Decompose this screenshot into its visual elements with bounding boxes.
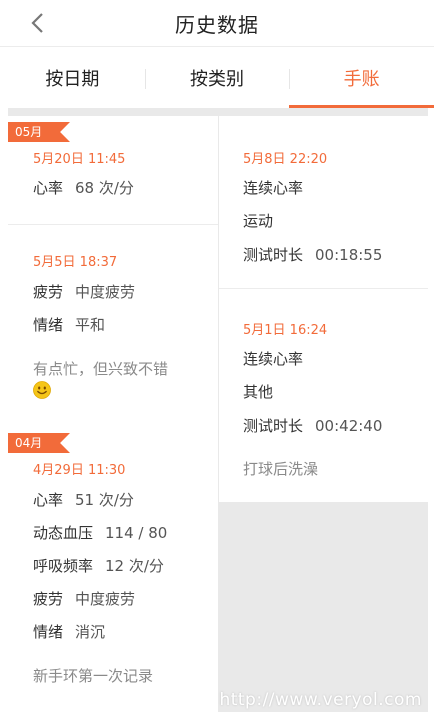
row-key: 心率	[33, 179, 64, 197]
entry-type: 连续心率	[243, 350, 304, 368]
entry-type: 连续心率	[243, 179, 304, 197]
row-key: 测试时长	[243, 246, 304, 264]
row-key: 情绪	[33, 316, 64, 334]
entry-date: 5月8日 22:20	[243, 152, 328, 167]
top-bar: 历史数据	[0, 0, 434, 47]
entry-row: 呼吸频率 12 次/分	[33, 556, 164, 576]
row-value: 12 次/分	[105, 557, 164, 575]
row-key: 心率	[33, 491, 64, 509]
entry-row: 心率 51 次/分	[33, 490, 134, 510]
entry-date: 5月1日 16:24	[243, 323, 328, 338]
journal-card[interactable]: 5月8日 22:20 连续心率 运动 测试时长 00:18:55	[219, 116, 428, 288]
row-value: 68 次/分	[75, 179, 134, 197]
row-key: 疲劳	[33, 283, 64, 301]
row-value: 中度疲劳	[75, 590, 136, 608]
watermark: http://www.veryol.com	[219, 690, 422, 710]
entry-activity: 运动	[243, 212, 274, 230]
row-value: 消沉	[75, 623, 106, 641]
journal-card[interactable]: 5月5日 18:37 疲劳 中度疲劳 情绪 平和 有点忙，但兴致不错	[8, 225, 218, 423]
entry-note: 打球后洗澡	[243, 460, 319, 478]
entry-row: 动态血压 114 / 80	[33, 523, 167, 543]
entry-activity: 其他	[243, 383, 274, 401]
entry-row: 情绪 平和	[33, 315, 105, 335]
journal-card[interactable]: 5月1日 16:24 连续心率 其他 测试时长 00:42:40 打球后洗澡	[219, 289, 428, 502]
tab-journal[interactable]: 手账	[289, 47, 434, 108]
entry-row: 心率 68 次/分	[33, 178, 134, 198]
entry-row: 测试时长 00:18:55	[243, 245, 382, 265]
row-key: 呼吸频率	[33, 557, 94, 575]
row-key: 测试时长	[243, 417, 304, 435]
entry-row: 疲劳 中度疲劳	[33, 282, 135, 302]
entry-date: 5月5日 18:37	[33, 255, 118, 270]
tab-by-date[interactable]: 按日期	[0, 47, 145, 108]
month-tag-april: 04月	[8, 433, 70, 453]
row-value: 00:18:55	[315, 246, 383, 264]
smiley-emoji-icon	[33, 381, 51, 403]
row-key: 情绪	[33, 623, 64, 641]
journal-left-column: 05月 5月20日 11:45 心率 68 次/分 5月5日 18:37 疲劳 中度…	[8, 116, 218, 712]
entry-row: 测试时长 00:42:40	[243, 416, 382, 436]
journal-right-column: 5月8日 22:20 连续心率 运动 测试时长 00:18:55 5月1日 16:…	[219, 116, 428, 502]
page-title: 历史数据	[175, 13, 259, 37]
month-tag-may: 05月	[8, 122, 70, 142]
row-key: 动态血压	[33, 524, 94, 542]
entry-note: 新手环第一次记录	[33, 667, 154, 685]
row-value: 平和	[75, 316, 106, 334]
entry-date: 4月29日 11:30	[33, 463, 126, 478]
entry-note: 有点忙，但兴致不错	[33, 360, 169, 378]
row-value: 114 / 80	[105, 524, 168, 542]
row-value: 51 次/分	[75, 491, 134, 509]
tab-bar: 按日期 按类别 手账	[0, 47, 434, 108]
journal-card[interactable]: 05月 5月20日 11:45 心率 68 次/分	[8, 116, 218, 224]
journal-card[interactable]: 04月 4月29日 11:30 心率 51 次/分 动态血压 114 / 80 呼吸…	[8, 423, 218, 712]
row-key: 疲劳	[33, 590, 64, 608]
tab-by-category[interactable]: 按类别	[144, 47, 290, 108]
row-value: 中度疲劳	[75, 283, 136, 301]
journal-content[interactable]: 05月 5月20日 11:45 心率 68 次/分 5月5日 18:37 疲劳 中度…	[8, 108, 428, 712]
entry-row: 疲劳 中度疲劳	[33, 589, 135, 609]
entry-date: 5月20日 11:45	[33, 152, 126, 167]
entry-row: 情绪 消沉	[33, 622, 105, 642]
row-value: 00:42:40	[315, 417, 383, 435]
